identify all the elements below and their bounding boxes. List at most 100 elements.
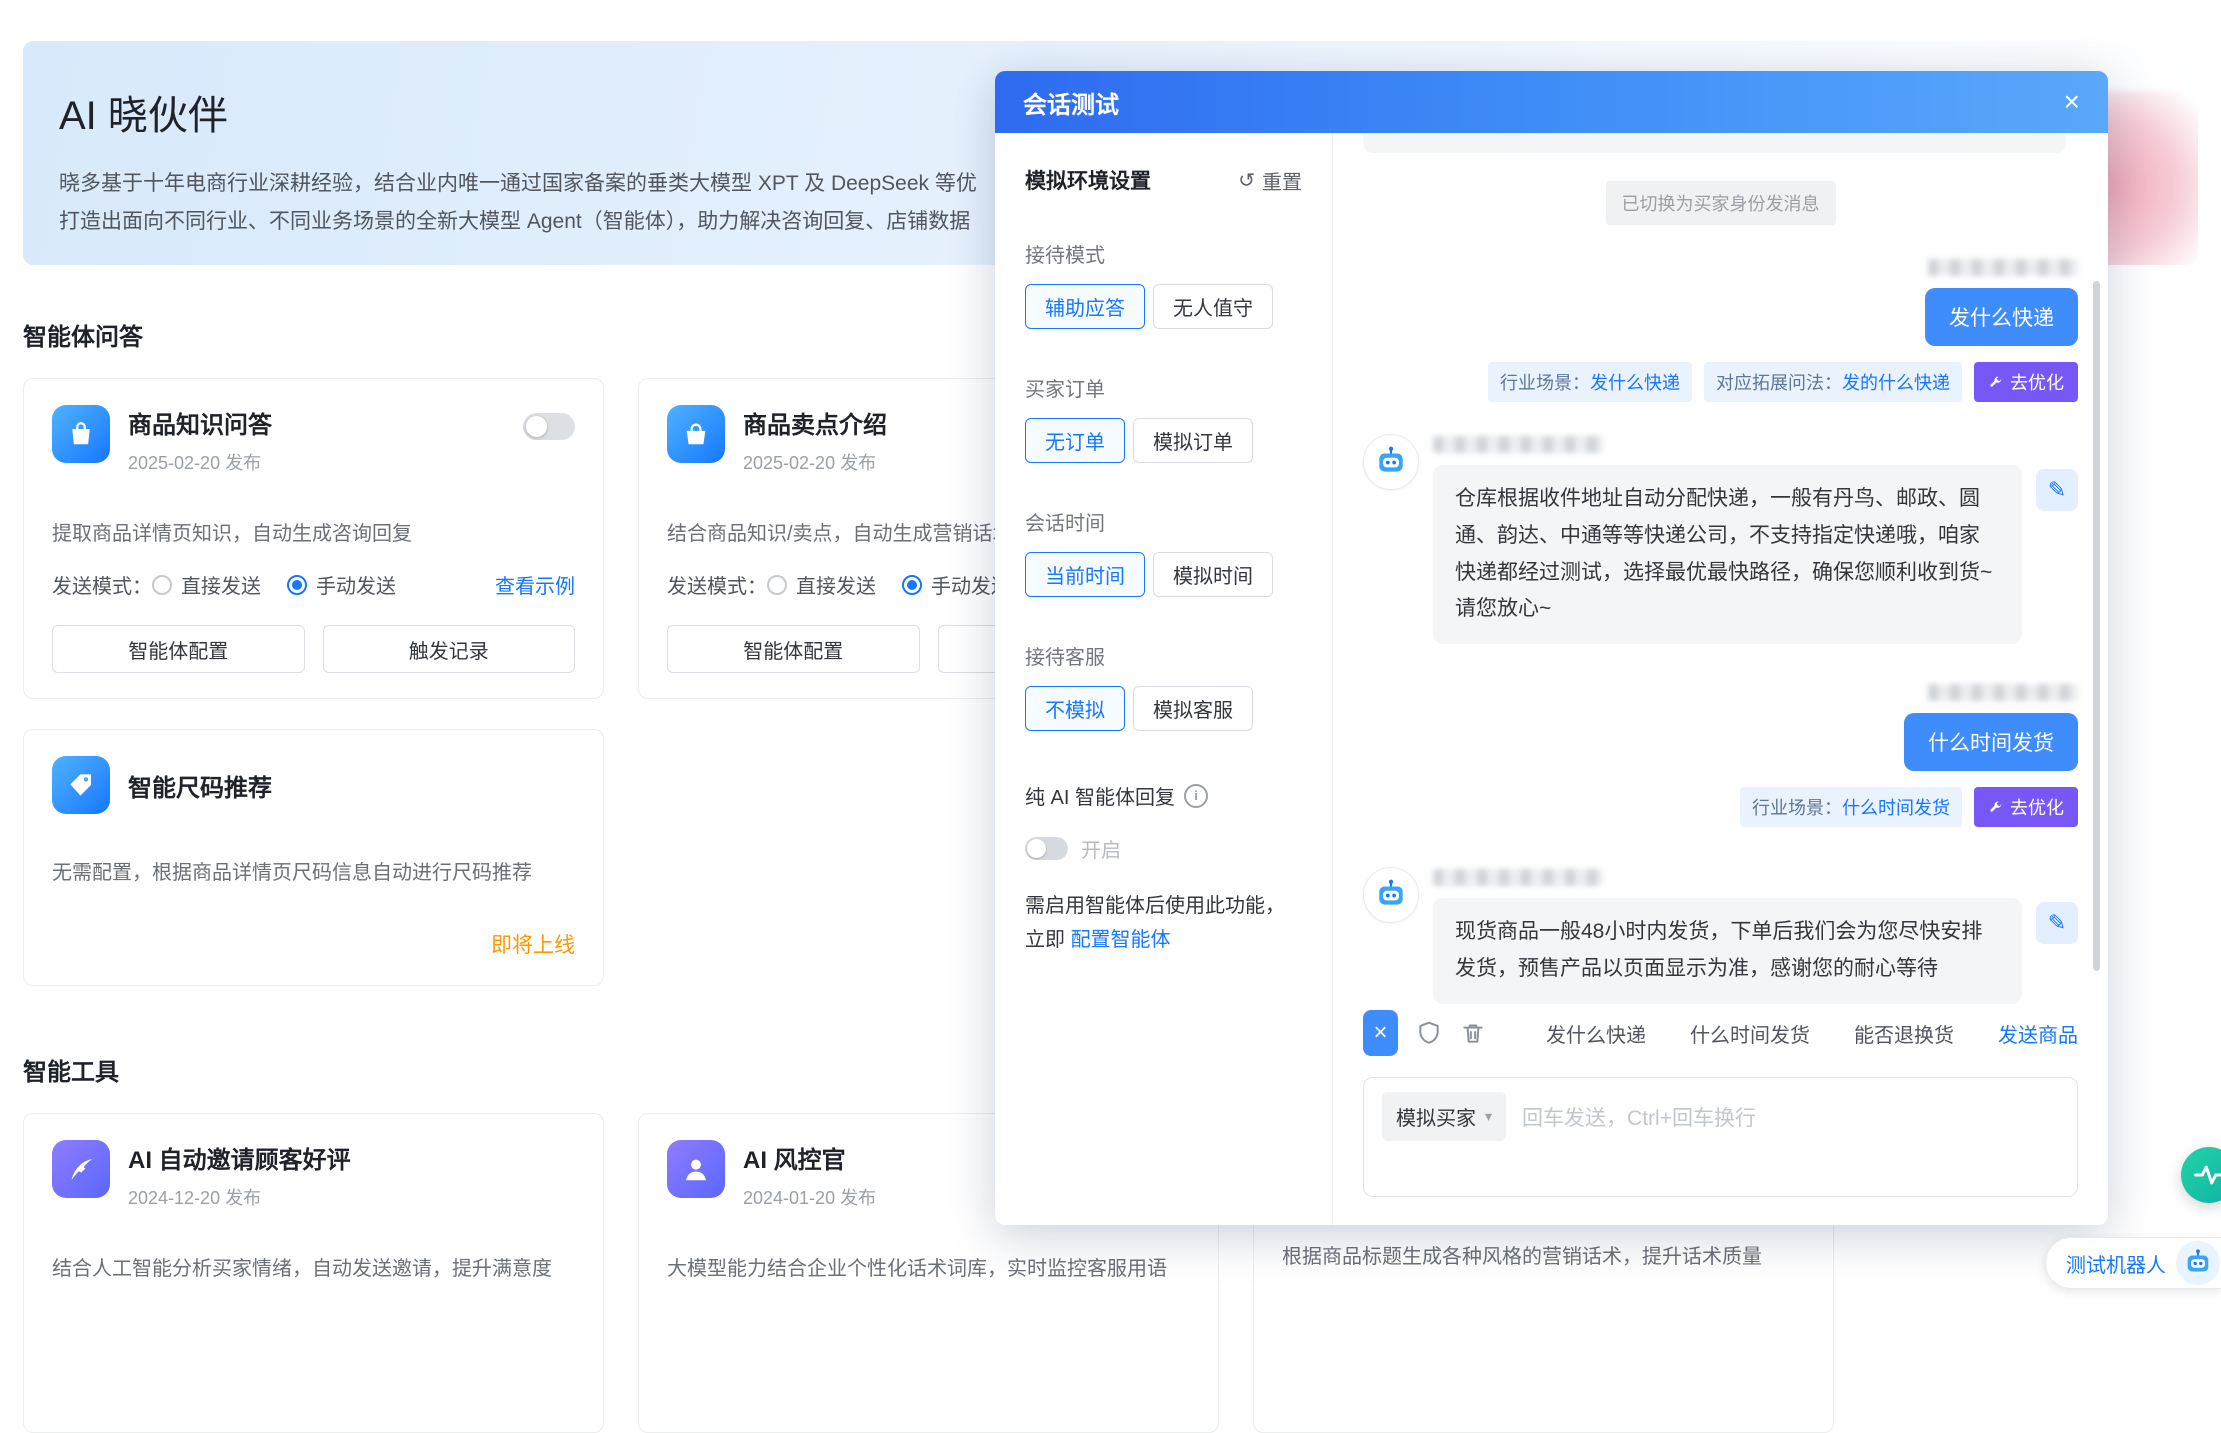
pure-ai-reply-label: 纯 AI 智能体回复 <box>1025 781 1175 810</box>
reset-button[interactable]: ↺ 重置 <box>1238 166 1302 195</box>
radio-label: 直接发送 <box>796 570 876 599</box>
user-bubble: 发什么快递 <box>1925 288 2078 346</box>
coming-soon-badge: 即将上线 <box>52 929 575 959</box>
clear-context-button[interactable]: × <box>1363 1010 1398 1056</box>
option-no-simulation[interactable]: 不模拟 <box>1025 686 1125 731</box>
card-title: AI 自动邀请顾客好评 <box>128 1140 351 1175</box>
shopping-bag-icon <box>52 405 110 463</box>
persona-selector[interactable]: 模拟买家 ▾ <box>1382 1092 1506 1141</box>
chat-scrollbar[interactable] <box>2093 281 2100 971</box>
trash-icon <box>1460 1020 1486 1046</box>
group-label-buyer-order: 买家订单 <box>1025 373 1302 402</box>
modal-title: 会话测试 <box>1023 85 1119 120</box>
radio-label: 直接发送 <box>181 570 261 599</box>
optimize-label: 去优化 <box>2010 794 2064 820</box>
quick-phrase-shipping-courier[interactable]: 发什么快递 <box>1546 1019 1646 1048</box>
card-product-knowledge-qa: 商品知识问答 2025-02-20 发布 提取商品详情页知识，自动生成咨询回复 … <box>23 378 604 699</box>
chat-toolbar: × 发什么快递 什么时间发货 能否退换货 发送商品 <box>1333 1007 2108 1059</box>
modal-header: 会话测试 × <box>995 71 2108 133</box>
pure-ai-toggle[interactable] <box>1025 837 1068 860</box>
tag-label: 行业场景： <box>1752 794 1842 820</box>
radio-circle-icon <box>902 575 922 595</box>
optimize-button[interactable]: 去优化 <box>1974 787 2078 827</box>
card-ai-review-invite: AI 自动邀请顾客好评 2024-12-20 发布 结合人工智能分析买家情绪，自… <box>23 1113 604 1433</box>
robot-icon <box>2176 1241 2220 1285</box>
quick-phrase-shipping-time[interactable]: 什么时间发货 <box>1690 1019 1810 1048</box>
group-label-reception-mode: 接待模式 <box>1025 239 1302 268</box>
card-enable-toggle[interactable] <box>523 413 575 440</box>
quick-phrases: 发什么快递 什么时间发货 能否退换货 发送商品 <box>1546 1019 2078 1048</box>
shield-button[interactable] <box>1416 1020 1442 1046</box>
pencil-icon: ✎ <box>2048 477 2066 503</box>
option-simulated-order[interactable]: 模拟订单 <box>1133 418 1253 463</box>
person-icon <box>667 1140 725 1198</box>
option-no-order[interactable]: 无订单 <box>1025 418 1125 463</box>
bot-bubble: 仓库根据收件地址自动分配快递，一般有丹鸟、邮政、圆通、韵达、中通等等快递公司，不… <box>1433 465 2022 644</box>
card-title: 商品知识问答 <box>128 405 272 440</box>
edit-reply-button[interactable]: ✎ <box>2036 469 2078 511</box>
tag-value: 发的什么快递 <box>1842 369 1950 395</box>
group-label-session-time: 会话时间 <box>1025 507 1302 536</box>
radio-direct-send[interactable]: 直接发送 <box>152 570 261 599</box>
radio-circle-icon <box>152 575 172 595</box>
optimize-button[interactable]: 去优化 <box>1974 362 2078 402</box>
quick-phrase-send-product[interactable]: 发送商品 <box>1998 1019 2078 1048</box>
quick-phrase-return-policy[interactable]: 能否退换货 <box>1854 1019 1954 1048</box>
radio-circle-icon <box>767 575 787 595</box>
agent-config-button[interactable]: 智能体配置 <box>52 625 305 673</box>
option-unattended[interactable]: 无人值守 <box>1153 284 1273 329</box>
card-title: AI 风控官 <box>743 1140 876 1175</box>
reset-icon: ↺ <box>1238 168 1255 193</box>
scene-tag: 行业场景： 什么时间发货 <box>1740 787 1962 827</box>
system-status-pill: 已切换为买家身份发消息 <box>1606 181 1836 225</box>
option-simulated-time[interactable]: 模拟时间 <box>1153 552 1273 597</box>
feather-pen-icon <box>52 1140 110 1198</box>
close-icon[interactable]: × <box>2064 88 2080 116</box>
bot-message: 仓库根据收件地址自动分配快递，一般有丹鸟、邮政、圆通、韵达、中通等等快递公司，不… <box>1363 434 2078 644</box>
card-description: 大模型能力结合企业个性化话术词库，实时监控客服用语 <box>667 1252 1190 1281</box>
card-title: 智能尺码推荐 <box>128 768 272 803</box>
reset-label: 重置 <box>1262 166 1302 195</box>
radio-manual-send[interactable]: 手动发送 <box>287 570 396 599</box>
trigger-record-button[interactable]: 触发记录 <box>323 625 576 673</box>
option-current-time[interactable]: 当前时间 <box>1025 552 1145 597</box>
tag-label: 对应拓展问法： <box>1716 369 1842 395</box>
chevron-down-icon: ▾ <box>1485 1108 1492 1125</box>
redacted-bot-name <box>1433 869 1603 886</box>
test-robot-launcher[interactable]: 测试机器人 <box>2045 1237 2221 1289</box>
option-simulated-agent[interactable]: 模拟客服 <box>1133 686 1253 731</box>
redacted-username <box>1928 259 2078 276</box>
radio-direct-send[interactable]: 直接发送 <box>767 570 876 599</box>
message-input[interactable]: 模拟买家 ▾ 回车发送，Ctrl+回车换行 <box>1363 1077 2078 1197</box>
user-bubble: 什么时间发货 <box>1904 713 2078 771</box>
ai-requirement-note: 需启用智能体后使用此功能，立即 配置智能体 <box>1025 889 1302 957</box>
extended-question-tag: 对应拓展问法： 发的什么快递 <box>1704 362 1962 402</box>
card-publish-date: 2025-02-20 发布 <box>128 449 272 475</box>
input-placeholder: 回车发送，Ctrl+回车换行 <box>1522 1092 1756 1132</box>
agent-config-button[interactable]: 智能体配置 <box>667 625 920 673</box>
group-label-reception-agent: 接待客服 <box>1025 641 1302 670</box>
view-example-link[interactable]: 查看示例 <box>495 570 575 599</box>
robot-avatar-icon <box>1363 434 1419 490</box>
pencil-icon: ✎ <box>2048 910 2066 936</box>
configure-agent-link[interactable]: 配置智能体 <box>1071 929 1171 951</box>
card-title: 商品卖点介绍 <box>743 405 887 440</box>
edit-reply-button[interactable]: ✎ <box>2036 902 2078 944</box>
wrench-icon <box>1988 375 2003 390</box>
option-assisted-reply[interactable]: 辅助应答 <box>1025 284 1145 329</box>
session-test-modal: 会话测试 × 模拟环境设置 ↺ 重置 接待模式 辅助应答 无人值守 买家订单 无… <box>995 71 2108 1225</box>
optimize-label: 去优化 <box>2010 369 2064 395</box>
card-description: 提取商品详情页知识，自动生成咨询回复 <box>52 517 575 546</box>
partial-message-bubble <box>1363 133 2066 153</box>
close-icon: × <box>1373 1019 1387 1047</box>
user-message: 发什么快递 行业场景： 发什么快递 对应拓展问法： 发的什么快递 去优化 <box>1363 259 2078 402</box>
user-message: 什么时间发货 行业场景： 什么时间发货 去优化 <box>1363 684 2078 827</box>
handbag-icon <box>667 405 725 463</box>
price-tag-icon <box>52 756 110 814</box>
radio-circle-icon <box>287 575 307 595</box>
delete-button[interactable] <box>1460 1020 1486 1046</box>
bot-message: 现货商品一般48小时内发货，下单后我们会为您尽快安排发货，预售产品以页面显示为准… <box>1363 867 2078 1004</box>
card-description: 结合人工智能分析买家情绪，自动发送邀请，提升满意度 <box>52 1252 575 1281</box>
send-mode-label: 发送模式： <box>52 570 152 599</box>
test-robot-label: 测试机器人 <box>2066 1249 2166 1278</box>
